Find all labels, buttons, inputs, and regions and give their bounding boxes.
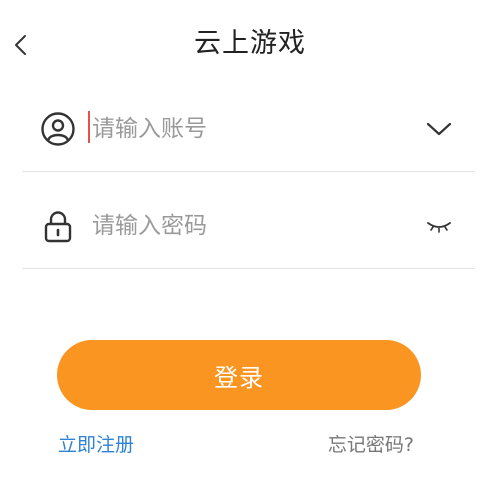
text-caret bbox=[88, 111, 90, 143]
user-circle-icon bbox=[41, 112, 75, 146]
toggle-password-visibility-button[interactable] bbox=[423, 210, 455, 242]
eye-closed-icon bbox=[427, 222, 451, 233]
account-dropdown-button[interactable] bbox=[423, 113, 455, 145]
password-input[interactable] bbox=[88, 206, 388, 246]
password-field bbox=[22, 188, 475, 269]
chevron-down-icon bbox=[426, 122, 452, 136]
lock-icon bbox=[44, 211, 72, 243]
account-input[interactable] bbox=[88, 109, 388, 149]
register-link[interactable]: 立即注册 bbox=[58, 430, 134, 460]
page-title: 云上游戏 bbox=[194, 28, 306, 59]
forgot-password-link[interactable]: 忘记密码? bbox=[328, 430, 414, 460]
login-button[interactable]: 登录 bbox=[57, 340, 421, 410]
header-bar: 云上游戏 bbox=[0, 0, 500, 90]
account-field bbox=[22, 91, 475, 172]
